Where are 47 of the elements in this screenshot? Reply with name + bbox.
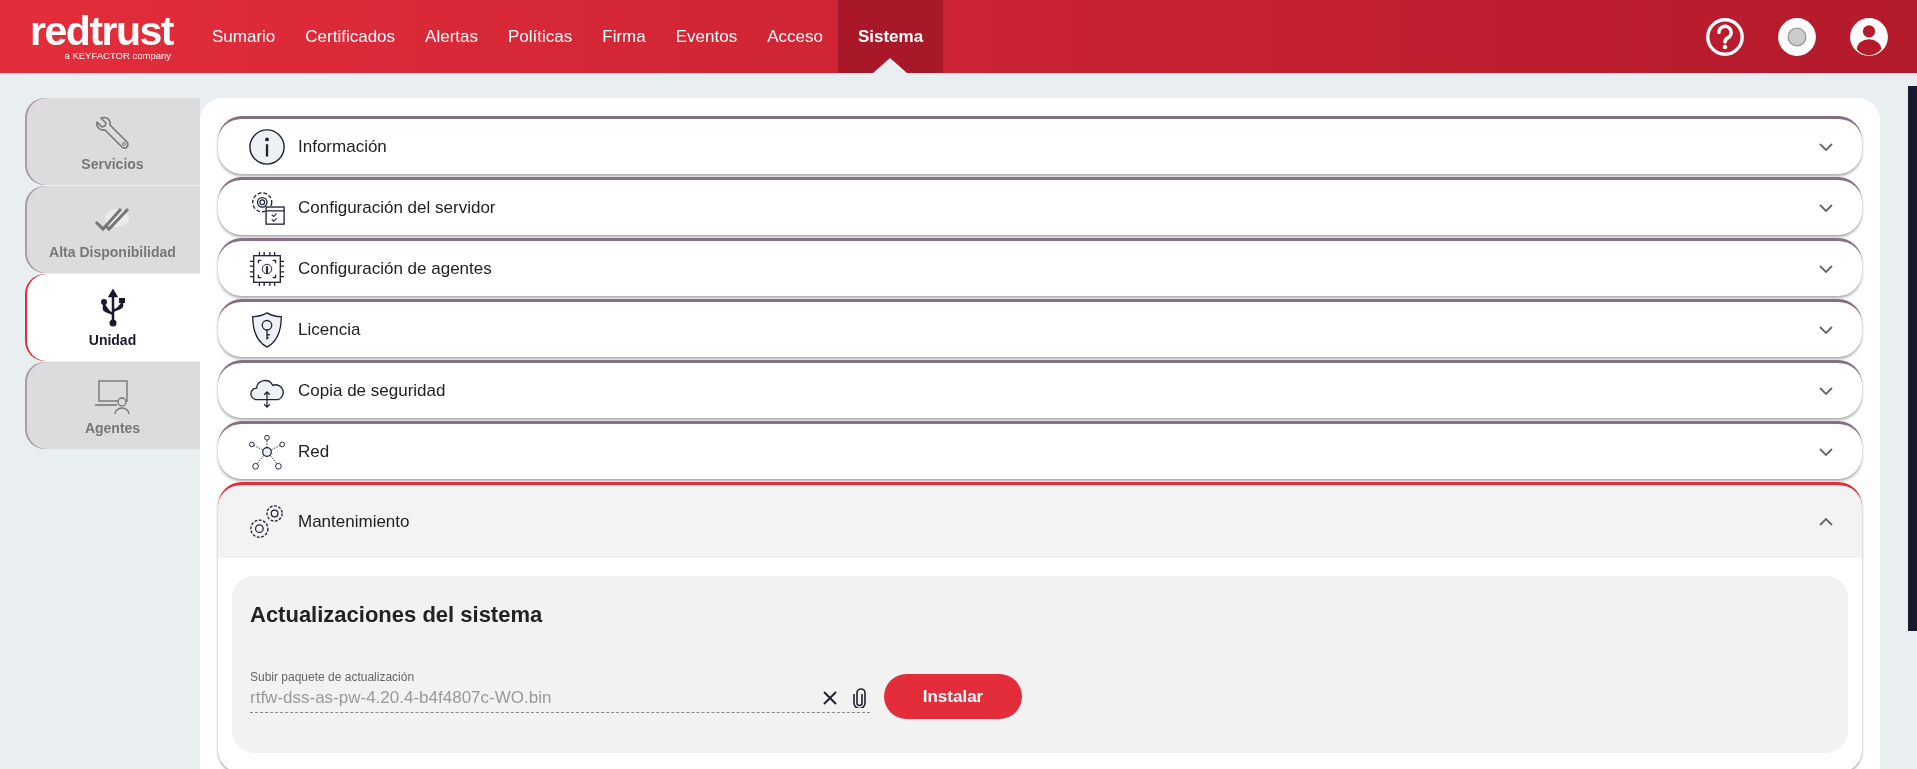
nav-tab[interactable]: Sumario	[197, 0, 291, 73]
section-title: Configuración de agentes	[298, 258, 492, 279]
accordion-header[interactable]: Mantenimiento	[218, 485, 1862, 558]
logo-tagline: a KEYFACTOR company	[64, 50, 171, 61]
nav-tab[interactable]: Alertas	[410, 0, 493, 73]
chevron-down-icon[interactable]	[1818, 202, 1834, 213]
user-icon[interactable]	[1849, 16, 1889, 57]
section-title: Mantenimiento	[298, 511, 410, 532]
accordion-header[interactable]: Información	[218, 119, 1862, 174]
nav-tab[interactable]: Eventos	[660, 0, 753, 73]
panel-title: Actualizaciones del sistema	[250, 602, 544, 628]
help-icon[interactable]	[1705, 16, 1745, 57]
logo-text: redtrust	[30, 12, 173, 50]
status-icon[interactable]	[1777, 16, 1817, 57]
chevron-down-icon[interactable]	[1818, 263, 1834, 274]
info-icon	[248, 127, 286, 166]
section-title: Copia de seguridad	[298, 380, 446, 401]
sidebar-tab[interactable]: Unidad	[25, 274, 200, 361]
file-field[interactable]: Subir paquete de actualización rtfw-dss-as-pw-4.20.4-b4f4807c-WO.bin	[250, 670, 870, 713]
sidebar-tab[interactable]: Agentes	[25, 362, 200, 449]
scrollbar[interactable]	[1908, 86, 1917, 631]
accordion-header[interactable]: Copia de seguridad	[218, 363, 1862, 418]
section-title: Configuración del servidor	[298, 197, 496, 218]
chevron-down-icon[interactable]	[1818, 385, 1834, 396]
nav-tab[interactable]: Acceso	[752, 0, 838, 73]
section-title: Información	[298, 136, 387, 157]
section-title: Red	[298, 441, 330, 462]
chevron-down-icon[interactable]	[1818, 324, 1834, 335]
field-label: Subir paquete de actualización	[250, 670, 416, 684]
chevron-up-icon[interactable]	[1818, 516, 1834, 527]
sidebar-tab[interactable]: Servicios	[25, 98, 200, 185]
nav-tab[interactable]: Políticas	[493, 0, 588, 73]
nav-tab[interactable]: Firma	[587, 0, 661, 73]
sidebar-tab[interactable]: Alta Disponibilidad	[25, 186, 200, 273]
nav-tab[interactable]: Sistema	[837, 0, 944, 73]
network-icon	[248, 432, 286, 471]
accordion-header[interactable]: Configuración del servidor	[218, 180, 1862, 235]
nav-tab[interactable]: Certificados	[290, 0, 411, 73]
gears-icon	[248, 502, 286, 541]
install-button[interactable]: Instalar	[884, 674, 1022, 719]
accordion-header[interactable]: Licencia	[218, 302, 1862, 357]
chevron-down-icon[interactable]	[1818, 446, 1834, 457]
accordion-header[interactable]: Red	[218, 424, 1862, 479]
chip-icon	[248, 249, 286, 288]
accordion-header[interactable]: Configuración de agentes	[218, 241, 1862, 296]
chevron-down-icon[interactable]	[1818, 141, 1834, 152]
section-title: Licencia	[298, 319, 361, 340]
